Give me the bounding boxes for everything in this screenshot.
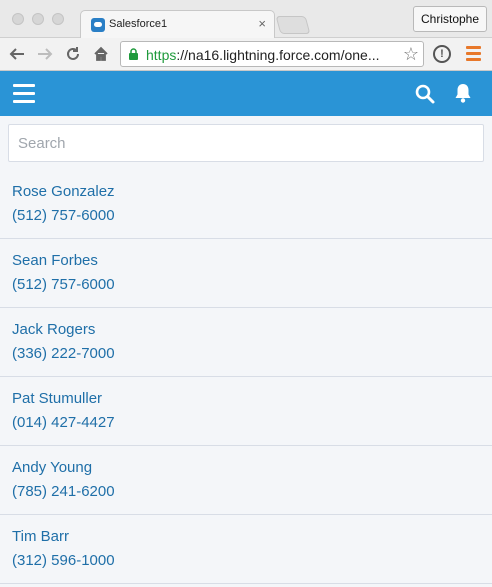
forward-icon[interactable] (33, 42, 57, 66)
list-item[interactable]: Jack Rogers (336) 222-7000 (0, 308, 492, 377)
tab-close-icon[interactable]: × (258, 16, 266, 31)
contact-phone[interactable]: (512) 757-6000 (12, 275, 492, 295)
profile-button[interactable]: Christophe (413, 6, 487, 32)
search-input[interactable] (8, 124, 484, 162)
app-header (0, 71, 492, 116)
contact-list: Rose Gonzalez (512) 757-6000 Sean Forbes… (0, 170, 492, 584)
star-icon[interactable]: ☆ (403, 44, 419, 65)
contact-name[interactable]: Tim Barr (12, 527, 492, 547)
browser-tab[interactable]: Salesforce1 × (80, 10, 275, 39)
hamburger-icon[interactable] (13, 84, 35, 103)
contact-phone[interactable]: (336) 222-7000 (12, 344, 492, 364)
url-rest: ://na16.lightning.force.com/one... (176, 47, 380, 63)
address-bar[interactable]: https://na16.lightning.force.com/one... … (120, 41, 424, 67)
list-item[interactable]: Tim Barr (312) 596-1000 (0, 515, 492, 584)
contact-phone[interactable]: (312) 596-1000 (12, 551, 492, 571)
window-minimize-button[interactable] (32, 13, 44, 25)
browser-titlebar: Salesforce1 × Christophe (0, 0, 492, 39)
contact-name[interactable]: Pat Stumuller (12, 389, 492, 409)
list-item[interactable]: Pat Stumuller (014) 427-4427 (0, 377, 492, 446)
list-item[interactable]: Rose Gonzalez (512) 757-6000 (0, 170, 492, 239)
contact-name[interactable]: Andy Young (12, 458, 492, 478)
contact-name[interactable]: Sean Forbes (12, 251, 492, 271)
new-tab-button[interactable] (275, 16, 311, 34)
lock-icon (129, 48, 138, 60)
contact-phone[interactable]: (014) 427-4427 (12, 413, 492, 433)
url-scheme: https (146, 47, 177, 63)
contact-name[interactable]: Jack Rogers (12, 320, 492, 340)
list-item[interactable]: Sean Forbes (512) 757-6000 (0, 239, 492, 308)
menu-icon[interactable] (466, 46, 481, 62)
window-close-button[interactable] (12, 13, 24, 25)
reload-icon[interactable] (61, 42, 85, 66)
salesforce-favicon-icon (91, 18, 105, 32)
notifications-bell-icon[interactable] (452, 82, 474, 104)
browser-toolbar: https://na16.lightning.force.com/one... … (0, 38, 492, 71)
back-icon[interactable] (5, 42, 29, 66)
tab-title: Salesforce1 (109, 18, 168, 30)
contact-name[interactable]: Rose Gonzalez (12, 182, 492, 202)
search-icon[interactable] (414, 83, 436, 105)
contact-phone[interactable]: (512) 757-6000 (12, 206, 492, 226)
info-icon[interactable]: ! (433, 45, 451, 63)
list-item[interactable]: Andy Young (785) 241-6200 (0, 446, 492, 515)
contact-phone[interactable]: (785) 241-6200 (12, 482, 492, 502)
home-icon[interactable] (89, 42, 113, 66)
window-zoom-button[interactable] (52, 13, 64, 25)
url-text: https://na16.lightning.force.com/one... (146, 47, 396, 63)
